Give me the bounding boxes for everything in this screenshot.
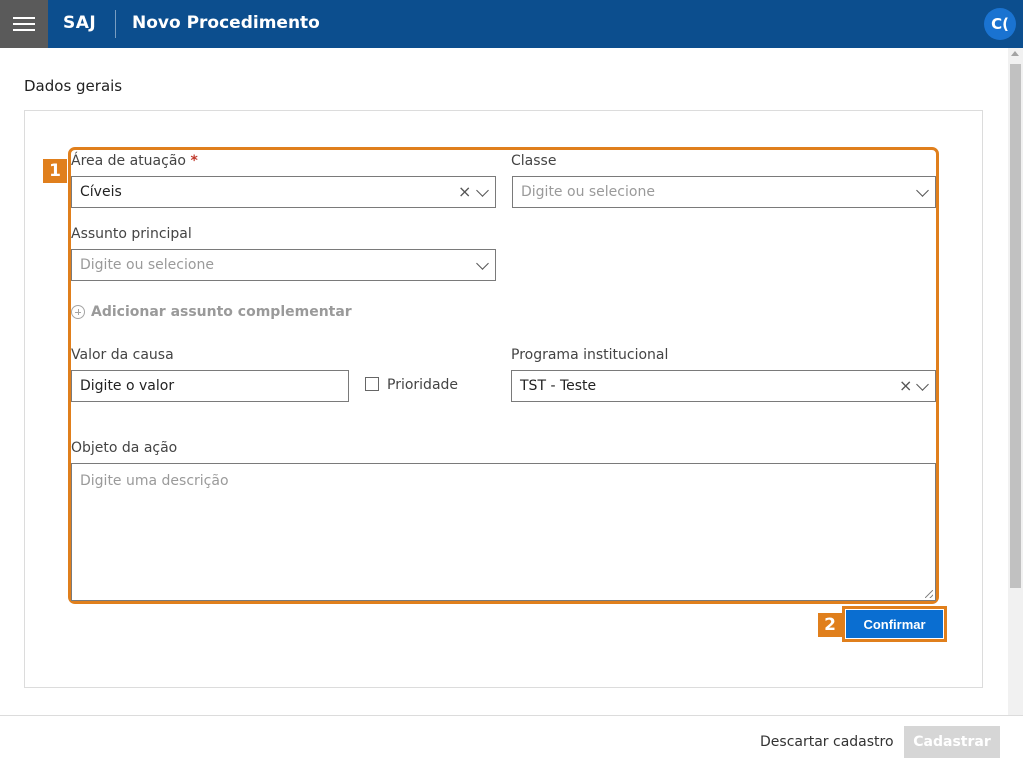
objeto-acao-placeholder: Digite uma descrição [80,473,229,489]
page-title: Novo Procedimento [132,13,320,33]
programa-institucional-select[interactable]: TST - Teste × [511,370,936,402]
hamburger-menu-icon[interactable] [0,0,48,48]
scrollbar-thumb[interactable] [1010,64,1021,588]
assunto-principal-label: Assunto principal [71,226,192,242]
valor-causa-input[interactable]: Digite o valor [71,370,349,402]
objeto-acao-textarea[interactable]: Digite uma descrição [71,463,936,601]
area-atuacao-select[interactable]: Cíveis × [71,176,496,208]
add-assunto-label: Adicionar assunto complementar [91,304,352,320]
prioridade-label[interactable]: Prioridade [387,377,458,393]
add-assunto-complementar-link[interactable]: Adicionar assunto complementar [71,304,352,320]
header-divider [115,10,116,38]
classe-select[interactable]: Digite ou selecione [512,176,936,208]
valor-causa-label: Valor da causa [71,347,174,363]
prioridade-checkbox[interactable] [365,377,379,391]
resize-grip-icon[interactable] [925,590,933,598]
assunto-principal-select[interactable]: Digite ou selecione [71,249,496,281]
app-name[interactable]: SAJ [63,13,96,33]
section-title: Dados gerais [24,77,123,95]
classe-placeholder: Digite ou selecione [521,184,655,200]
chevron-down-icon[interactable] [916,378,929,391]
plus-circle-icon [71,305,85,319]
programa-institucional-label: Programa institucional [511,347,669,363]
chevron-down-icon[interactable] [916,184,929,197]
programa-institucional-value: TST - Teste [520,378,597,394]
top-header: SAJ Novo Procedimento C( [0,0,1023,48]
scroll-up-arrow-icon[interactable] [1011,51,1019,56]
objeto-acao-label: Objeto da ação [71,440,178,456]
classe-label: Classe [511,153,557,169]
footer-divider [0,715,1023,716]
assunto-principal-placeholder: Digite ou selecione [80,257,214,273]
annotation-badge-1: 1 [43,159,67,183]
area-atuacao-value: Cíveis [80,184,122,200]
chevron-down-icon[interactable] [476,257,489,270]
discard-button[interactable]: Descartar cadastro [760,734,894,750]
clear-icon[interactable]: × [899,377,912,395]
confirm-button[interactable]: Confirmar [846,610,943,638]
annotation-badge-2: 2 [818,613,842,637]
valor-causa-placeholder: Digite o valor [80,378,175,394]
chevron-down-icon[interactable] [476,184,489,197]
user-avatar[interactable]: C( [984,8,1016,40]
required-mark: * [190,153,198,169]
submit-button[interactable]: Cadastrar [904,726,1000,758]
clear-icon[interactable]: × [458,183,471,201]
area-atuacao-label: Área de atuação * [71,153,198,169]
